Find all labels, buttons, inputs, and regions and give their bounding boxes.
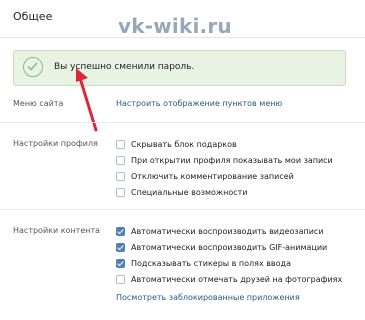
checkbox[interactable] [116,155,125,165]
customize-menu-link[interactable]: Настроить отображение пунктов меню [116,99,282,108]
tab-divider [0,37,365,38]
check-circle-icon [23,57,43,77]
checkbox[interactable] [116,226,125,236]
option-autoplay-video[interactable]: Автоматически воспроизводить видеозаписи [116,225,324,237]
option-label: Автоматически воспроизводить видеозаписи [131,226,324,236]
option-label: При открытии профиля показывать мои запи… [131,155,333,165]
checkbox[interactable] [116,139,125,149]
option-label: Скрывать блок подарков [131,139,237,149]
watermark: vk-wiki.ru [118,14,232,38]
checkbox[interactable] [116,258,125,268]
option-tag-friends[interactable]: Автоматически отмечать друзей на фотогра… [116,273,342,285]
menu-label: Меню сайта [13,99,64,108]
divider [0,209,365,210]
option-hide-gifts[interactable]: Скрывать блок подарков [116,138,237,150]
profile-settings-label: Настройки профиля [13,139,98,148]
checkbox[interactable] [116,274,125,284]
option-label: Подсказывать стикеры в полях ввода [131,258,291,268]
option-accessibility[interactable]: Специальные возможности [116,186,248,198]
tab-general[interactable]: Общее [13,10,52,23]
checkbox[interactable] [116,187,125,197]
option-label: Специальные возможности [131,187,248,197]
option-disable-comments[interactable]: Отключить комментирование записей [116,170,294,182]
checkbox[interactable] [116,171,125,181]
option-label: Автоматически воспроизводить GIF-анимаци… [131,242,328,252]
blocked-apps-link[interactable]: Посмотреть заблокированные приложения [116,293,300,302]
option-show-my-posts[interactable]: При открытии профиля показывать мои запи… [116,154,333,166]
content-settings-label: Настройки контента [13,226,101,235]
option-label: Отключить комментирование записей [131,171,294,181]
divider [0,122,365,123]
option-suggest-stickers[interactable]: Подсказывать стикеры в полях ввода [116,257,291,269]
red-arrow-icon [76,68,98,132]
settings-page: Общее vk-wiki.ru Вы успешно сменили паро… [0,0,365,320]
checkbox[interactable] [116,242,125,252]
option-autoplay-gif[interactable]: Автоматически воспроизводить GIF-анимаци… [116,241,327,253]
option-label: Автоматически отмечать друзей на фотогра… [131,274,343,284]
success-alert: Вы успешно сменили пароль. [13,50,346,86]
